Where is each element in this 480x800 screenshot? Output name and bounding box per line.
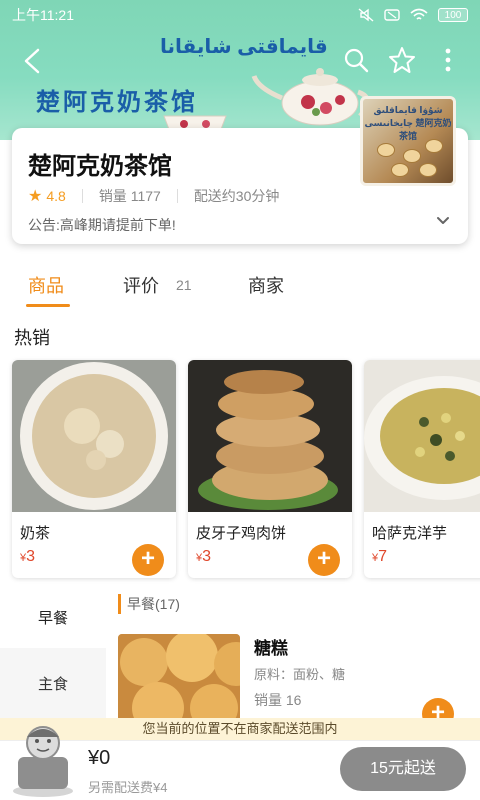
tab-products[interactable]: 商品	[28, 272, 64, 298]
cart-total: ¥0	[88, 747, 111, 769]
dumpling-image	[403, 149, 421, 163]
shop-thumbnail: شۇۋا قايماقلىق چايخانىسى 楚阿克奶茶馆	[360, 96, 456, 186]
sim-icon	[384, 9, 400, 21]
section-title: 早餐(17)	[118, 594, 180, 614]
hot-item-name: 皮牙子鸡肉饼	[196, 525, 287, 542]
mute-icon	[358, 8, 374, 22]
dumpling-image	[419, 163, 437, 177]
food-ingredients: 原料：面粉、糖	[254, 667, 346, 682]
dumpling-image	[391, 163, 409, 177]
favorite-star-icon[interactable]	[388, 46, 416, 74]
cart-bar: ¥0 另需配送费¥4 15元起送	[0, 726, 480, 800]
hot-item-price: ¥3	[196, 548, 212, 565]
delivery-time: 配送约30分钟	[193, 188, 280, 204]
reviews-count: 21	[176, 277, 192, 293]
shop-name: 楚阿克奶茶馆	[28, 153, 172, 180]
kazakh-potato-image	[364, 360, 480, 512]
divider	[81, 189, 83, 203]
banner-uyghur-title: قايماقتى شايقانا	[160, 36, 328, 58]
category-staple[interactable]: 主食	[0, 652, 106, 714]
back-arrow-icon[interactable]	[18, 46, 48, 76]
sugar-cake-image[interactable]	[118, 634, 240, 724]
tab-merchant[interactable]: 商家	[248, 272, 284, 298]
battery-icon: 100	[438, 8, 468, 22]
shop-notice: 公告:高峰期请提前下单!	[28, 217, 176, 233]
shop-sales: 销量 1177	[98, 188, 161, 204]
category-breakfast[interactable]: 早餐	[0, 586, 106, 648]
wifi-icon	[410, 8, 428, 20]
shop-tabs: 商品 评价 21 商家	[0, 268, 480, 308]
hot-item-card[interactable]: 奶茶 ¥3 +	[12, 360, 176, 578]
hot-item-card[interactable]: 皮牙子鸡肉饼 ¥3 +	[188, 360, 352, 578]
hot-item-price: ¥7	[372, 548, 388, 565]
status-time: 上午11:21	[12, 7, 74, 23]
thumbnail-caption: شۇۋا قايماقلىق چايخانىسى 楚阿克奶茶馆	[364, 105, 452, 141]
cart-mascot-icon[interactable]	[12, 717, 74, 797]
add-to-cart-button[interactable]: +	[132, 544, 164, 576]
food-name: 糖糕	[254, 639, 288, 658]
rating-star-icon: ★	[28, 188, 43, 205]
status-bar: 上午11:21 100	[0, 0, 480, 30]
add-to-cart-button[interactable]: +	[308, 544, 340, 576]
shop-rating: 4.8	[46, 188, 66, 204]
more-menu-icon[interactable]	[434, 46, 462, 74]
hot-item-name: 奶茶	[20, 525, 51, 542]
chicken-onion-patty-image	[188, 360, 352, 512]
dumpling-image	[425, 139, 443, 153]
dumpling-image	[377, 143, 395, 157]
divider	[176, 189, 178, 203]
category-sidebar: 早餐 主食	[0, 586, 106, 720]
checkout-button[interactable]: 15元起送	[340, 747, 466, 791]
hot-section-title: 热销	[14, 328, 50, 348]
hot-item-card[interactable]: 哈萨克洋芋 ¥7	[364, 360, 480, 578]
hot-item-name: 哈萨克洋芋	[372, 525, 448, 542]
shop-stats: ★ 4.8 销量 1177 配送约30分钟	[28, 186, 279, 206]
milk-tea-image	[12, 360, 176, 512]
active-tab-indicator	[26, 304, 70, 307]
hot-item-price: ¥3	[20, 548, 36, 565]
food-sales: 销量 16	[254, 692, 302, 708]
delivery-fee: 另需配送费¥4	[88, 780, 168, 795]
chevron-down-icon[interactable]	[436, 214, 450, 228]
search-icon[interactable]	[342, 46, 370, 74]
tab-reviews[interactable]: 评价	[123, 272, 159, 298]
